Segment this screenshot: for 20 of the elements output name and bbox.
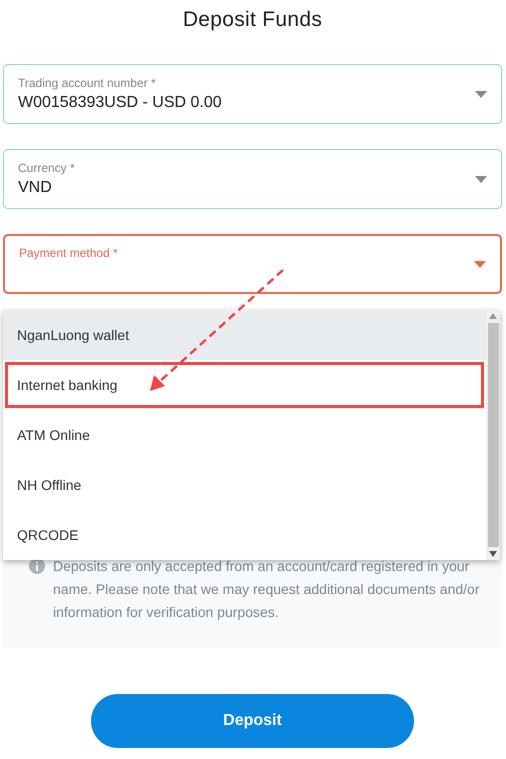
- menu-item[interactable]: Internet banking: [3, 360, 486, 410]
- scroll-down-icon[interactable]: [489, 551, 497, 557]
- deposit-button[interactable]: Deposit: [91, 694, 414, 748]
- field-label: Trading account number *: [18, 76, 156, 90]
- menu-item[interactable]: QRCODE: [3, 510, 486, 560]
- page-title: Deposit Funds: [182, 8, 324, 32]
- scroll-up-icon[interactable]: [489, 313, 497, 319]
- caret-icon[interactable]: [475, 90, 487, 98]
- scrollbar-thumb[interactable]: [488, 323, 498, 547]
- scrollbar[interactable]: [486, 310, 500, 560]
- caret-icon[interactable]: [474, 260, 486, 268]
- field-value: W00158393USD - USD 0.00: [18, 94, 222, 112]
- select-field[interactable]: Currency * VND: [3, 149, 502, 209]
- caret-icon[interactable]: [475, 176, 487, 182]
- field-label: Payment method *: [19, 246, 118, 260]
- menu-item[interactable]: NganLuong wallet: [3, 310, 486, 360]
- notice-text: Deposits are only accepted from an account/card registered in your name. Please note that we may request additional documents and/or information for verification purposes.: [53, 557, 480, 622]
- field-value: VND: [18, 179, 52, 197]
- field-label: Currency *: [18, 161, 75, 175]
- select-field[interactable]: Trading account number * W00158393USD - USD 0.00: [3, 64, 502, 124]
